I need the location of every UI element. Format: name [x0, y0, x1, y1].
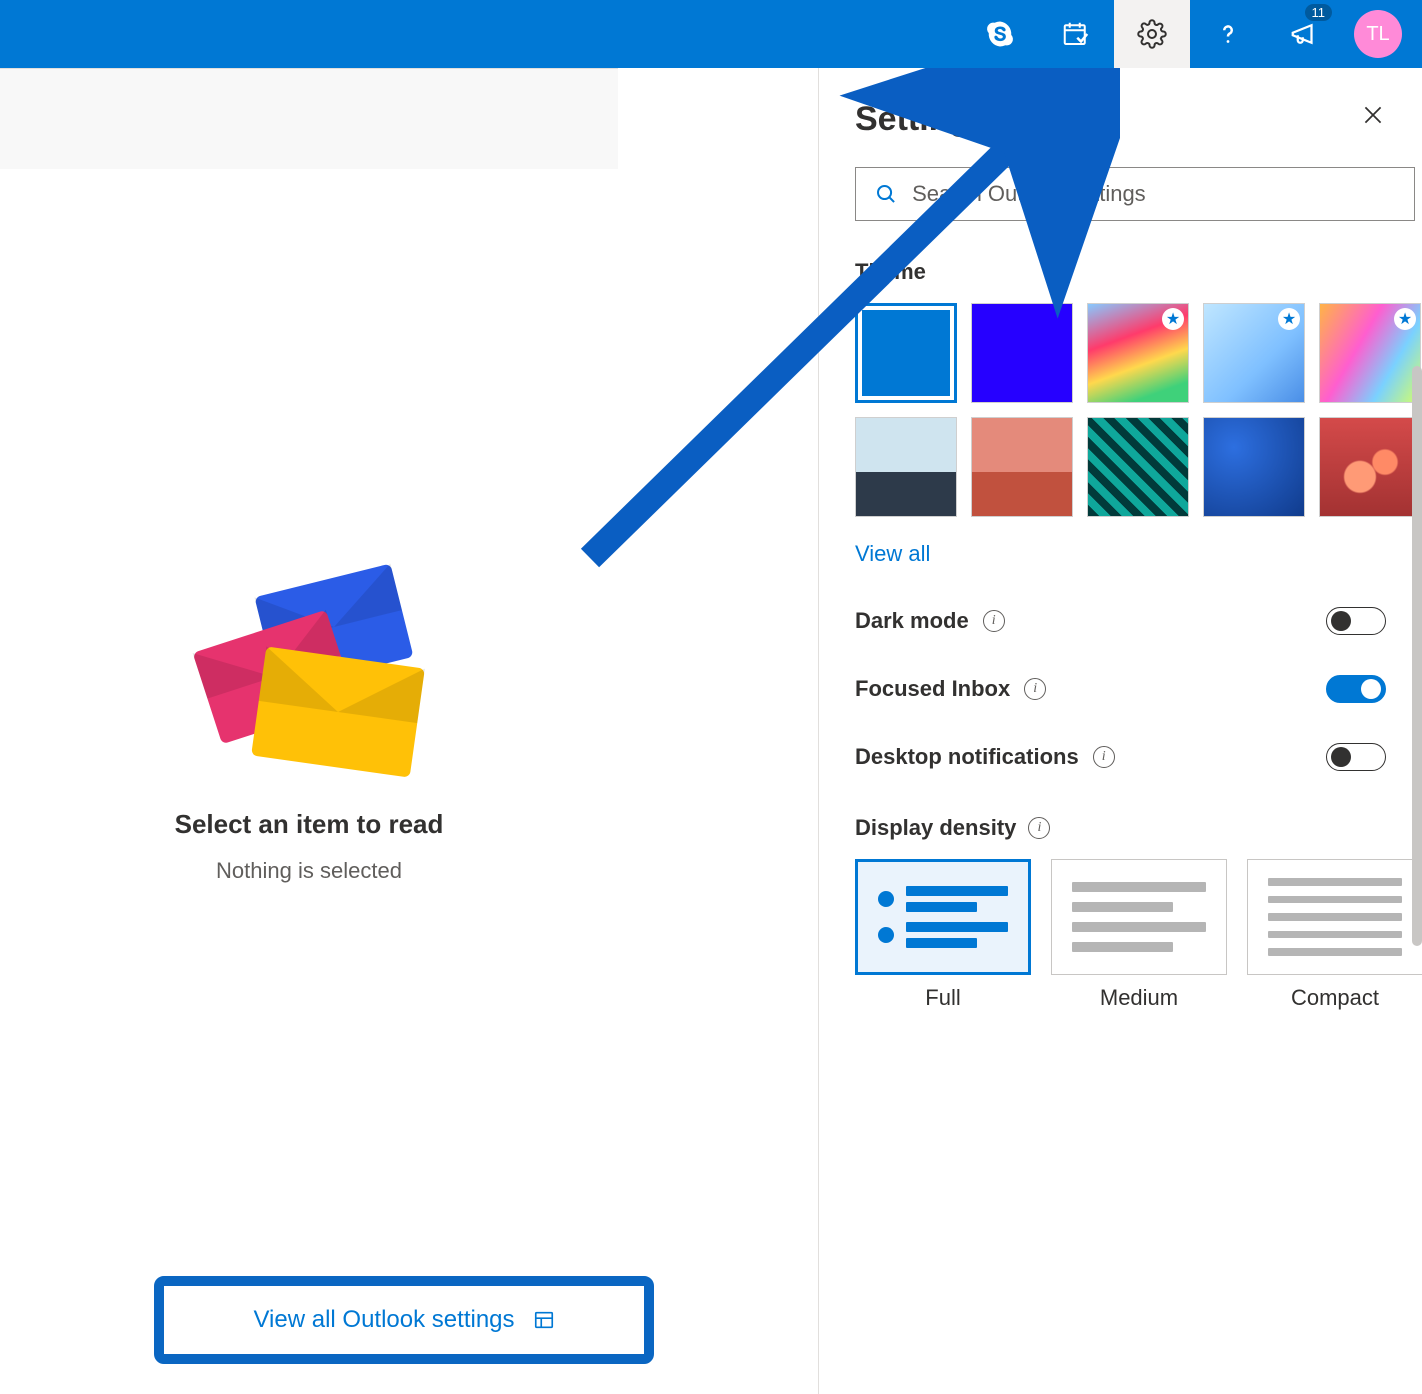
close-button[interactable]	[1360, 102, 1386, 133]
info-icon[interactable]: i	[1028, 817, 1050, 839]
notification-badge: 11	[1305, 4, 1333, 21]
question-icon	[1213, 19, 1243, 49]
density-caption: Compact	[1247, 985, 1422, 1011]
theme-section-label: Theme	[855, 259, 1386, 285]
account-avatar[interactable]: TL	[1354, 10, 1402, 58]
themes-view-all-link[interactable]: View all	[855, 541, 930, 567]
skype-button[interactable]	[962, 0, 1038, 68]
panel-scrollbar[interactable]	[1412, 366, 1422, 946]
theme-swatch[interactable]	[971, 417, 1073, 517]
density-option-compact[interactable]	[1247, 859, 1422, 975]
premium-star-icon: ★	[1278, 308, 1300, 330]
help-button[interactable]	[1190, 0, 1266, 68]
info-icon[interactable]: i	[1093, 746, 1115, 768]
density-option-medium[interactable]	[1051, 859, 1227, 975]
density-options: Full Medium Compact	[855, 859, 1386, 1011]
premium-star-icon: ★	[1162, 308, 1184, 330]
theme-grid: ★ ★ ★	[855, 303, 1386, 517]
premium-star-icon: ★	[1394, 308, 1416, 330]
dark-mode-toggle[interactable]	[1326, 607, 1386, 635]
settings-search[interactable]	[855, 167, 1415, 221]
info-icon[interactable]: i	[1024, 678, 1046, 700]
theme-swatch[interactable]	[1203, 417, 1305, 517]
theme-swatch[interactable]	[855, 417, 957, 517]
view-all-outlook-settings-link[interactable]: View all Outlook settings	[154, 1276, 654, 1364]
display-density-label: Display density	[855, 815, 1016, 841]
empty-state-title: Select an item to read	[175, 809, 444, 840]
search-icon	[874, 181, 898, 207]
settings-panel: Settings Theme ★ ★ ★ View all Dark mode i…	[818, 68, 1422, 1394]
reading-pane-empty: Select an item to read Nothing is select…	[0, 68, 618, 1394]
theme-swatch[interactable]	[1319, 417, 1421, 517]
density-option-full[interactable]	[855, 859, 1031, 975]
close-icon	[1360, 102, 1386, 128]
open-pane-icon	[533, 1309, 555, 1331]
settings-button[interactable]	[1114, 0, 1190, 68]
announcements-button[interactable]: 11	[1266, 0, 1342, 68]
calendar-check-icon	[1061, 19, 1091, 49]
density-caption: Medium	[1051, 985, 1227, 1011]
theme-swatch[interactable]	[971, 303, 1073, 403]
dark-mode-label: Dark mode	[855, 608, 969, 634]
empty-state-sub: Nothing is selected	[216, 858, 402, 884]
empty-state-illustration	[194, 579, 424, 779]
focused-inbox-toggle[interactable]	[1326, 675, 1386, 703]
theme-swatch[interactable]: ★	[1087, 303, 1189, 403]
gear-icon	[1137, 19, 1167, 49]
density-caption: Full	[855, 985, 1031, 1011]
skype-icon	[985, 19, 1015, 49]
theme-swatch[interactable]	[1087, 417, 1189, 517]
top-command-bar: 11 TL	[0, 0, 1422, 68]
settings-title: Settings	[855, 100, 1386, 139]
info-icon[interactable]: i	[983, 610, 1005, 632]
focused-inbox-label: Focused Inbox	[855, 676, 1010, 702]
view-all-settings-text: View all Outlook settings	[253, 1306, 514, 1334]
theme-swatch[interactable]: ★	[1203, 303, 1305, 403]
settings-search-input[interactable]	[912, 181, 1396, 207]
desktop-notifications-toggle[interactable]	[1326, 743, 1386, 771]
desktop-notifications-label: Desktop notifications	[855, 744, 1079, 770]
theme-swatch[interactable]	[855, 303, 957, 403]
megaphone-icon	[1289, 19, 1319, 49]
message-list-header-strip	[0, 69, 618, 169]
theme-swatch[interactable]: ★	[1319, 303, 1421, 403]
calendar-todo-button[interactable]	[1038, 0, 1114, 68]
